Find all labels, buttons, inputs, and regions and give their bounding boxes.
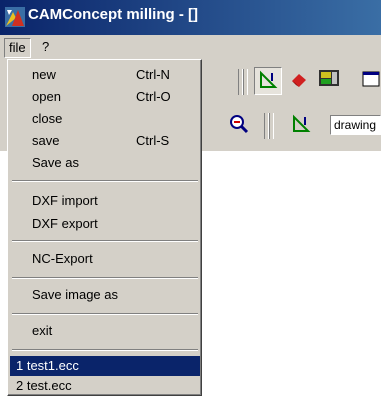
window-title: CAMConcept milling - []	[28, 6, 198, 23]
triangle-ruler-icon	[258, 70, 278, 93]
menu-item-open[interactable]: open Ctrl-O	[10, 87, 200, 107]
title-bar: CAMConcept milling - []	[0, 0, 381, 35]
app-icon[interactable]	[4, 6, 26, 28]
zoom-out-icon	[229, 114, 249, 137]
toolbar-separator	[269, 113, 274, 139]
eraser-button[interactable]	[286, 67, 312, 93]
menu-separator	[12, 349, 198, 351]
menu-bar: file ?	[0, 35, 381, 59]
machine-display-button[interactable]	[316, 67, 342, 93]
menu-item-recent-file-2[interactable]: 2 test.ecc	[10, 376, 200, 396]
menu-separator	[12, 313, 198, 315]
menu-item-dxf-import[interactable]: DXF import	[10, 191, 200, 211]
menu-item-save[interactable]: save Ctrl-S	[10, 131, 200, 151]
toolbar-separator	[243, 69, 248, 95]
menu-separator	[12, 240, 198, 242]
menu-item-save-as[interactable]: Save as	[10, 153, 200, 173]
menu-item-save-image-as[interactable]: Save image as	[10, 285, 200, 305]
menu-file[interactable]: file	[4, 38, 31, 58]
menu-item-new[interactable]: new Ctrl-N	[10, 65, 200, 85]
menu-help[interactable]: ?	[38, 38, 53, 56]
menu-item-recent-file-1[interactable]: 1 test1.ecc	[10, 356, 200, 376]
menu-item-close[interactable]: close	[10, 109, 200, 129]
menu-item-dxf-export[interactable]: DXF export	[10, 214, 200, 234]
window-button[interactable]	[358, 67, 381, 93]
menu-separator	[12, 180, 198, 182]
menu-separator	[12, 277, 198, 279]
dimension-tool-button[interactable]	[254, 67, 282, 95]
menu-item-nc-export[interactable]: NC-Export	[10, 249, 200, 269]
menu-item-exit[interactable]: exit	[10, 321, 200, 341]
window-icon	[361, 69, 381, 92]
drawing-mode-select[interactable]: drawing	[330, 115, 381, 135]
triangle-ruler-icon	[291, 114, 311, 137]
monitor-icon	[318, 69, 340, 92]
dimension-tool-button-2[interactable]	[288, 112, 314, 138]
zoom-out-button[interactable]	[226, 112, 252, 138]
file-menu: new Ctrl-N open Ctrl-O close save Ctrl-S…	[7, 59, 202, 396]
eraser-icon	[289, 69, 309, 92]
